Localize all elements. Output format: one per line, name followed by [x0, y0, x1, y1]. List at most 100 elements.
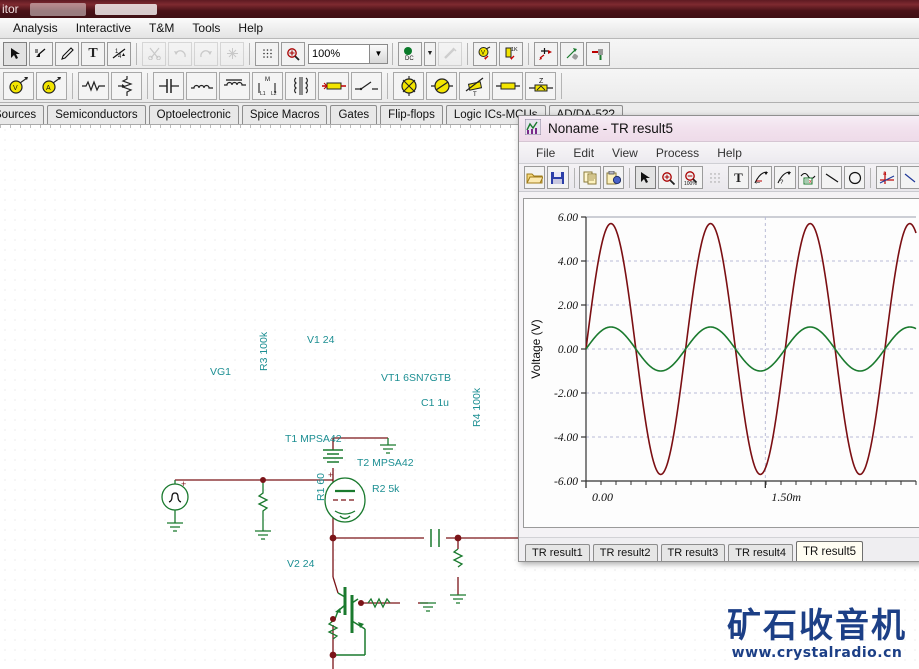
cat-tab-sources[interactable]: Sources — [0, 105, 45, 124]
graph-tool-icon[interactable]: 14 — [107, 41, 131, 66]
main-toolbar: T 14 100% ▼ DC ▼ V 1K — [0, 39, 919, 69]
query-curve-icon[interactable]: ? — [774, 166, 796, 189]
dc-probe-dropdown-icon[interactable]: ▼ — [424, 41, 436, 66]
switch-icon[interactable] — [351, 71, 382, 100]
open-icon[interactable] — [524, 166, 546, 189]
menu-tm[interactable]: T&M — [140, 19, 183, 37]
result-tab-5[interactable]: TR result5 — [796, 541, 864, 561]
cut-icon[interactable] — [142, 41, 166, 66]
menu-help[interactable]: Help — [229, 19, 272, 37]
svg-text:⊢: ⊢ — [756, 179, 760, 185]
label-vg1[interactable]: VG1 — [210, 366, 231, 378]
line-tool-icon[interactable] — [820, 166, 843, 189]
marker-red-icon[interactable] — [534, 41, 558, 66]
cat-tab-flipflops[interactable]: Flip-flops — [380, 105, 443, 124]
watermark-url-text: www.crystalradio.cn — [731, 645, 903, 661]
menu-analysis[interactable]: Analysis — [4, 19, 67, 37]
axis-settings-icon[interactable]: a — [876, 166, 898, 189]
svg-text:DC: DC — [405, 56, 414, 61]
curve-fit-icon[interactable]: x — [797, 166, 819, 189]
coil-core-icon[interactable] — [219, 71, 250, 100]
text-tool-icon[interactable]: T — [727, 166, 750, 189]
result-tab-2[interactable]: TR result2 — [592, 544, 658, 561]
dc-probe-icon[interactable]: DC — [398, 41, 422, 66]
label-t1[interactable]: T1 MPSA42 — [285, 433, 342, 445]
varistor-icon[interactable] — [492, 71, 523, 100]
current-source-icon[interactable]: A — [36, 71, 67, 100]
zoom-in-icon[interactable] — [281, 41, 305, 66]
voltmeter-probe-icon[interactable]: V — [473, 41, 497, 66]
parts-toolbar: V A M L1 L2 T Z — [0, 69, 919, 103]
chart-plot-area[interactable]: 6.00 4.00 2.00 0.00 -2.00 -4.00 -6.00 0.00 1.50m… — [523, 198, 919, 528]
zoom-reset-icon[interactable]: 100% — [681, 166, 703, 189]
text-tool-icon[interactable]: T — [81, 41, 105, 66]
junction-dot — [329, 651, 337, 659]
select-arrow-icon[interactable] — [3, 41, 27, 66]
zoom-in-icon[interactable] — [658, 166, 680, 189]
label-v2[interactable]: V2 24 — [287, 558, 314, 570]
cat-tab-gates[interactable]: Gates — [330, 105, 378, 124]
controlled-source-icon[interactable] — [426, 71, 457, 100]
zoom-level-input[interactable]: 100% — [308, 43, 370, 64]
potentiometer-icon[interactable] — [111, 71, 142, 100]
pin-icon[interactable] — [586, 41, 610, 66]
resistance-probe-icon[interactable]: 1K — [499, 41, 523, 66]
thermistor-icon[interactable]: T — [459, 71, 490, 100]
label-r2[interactable]: R2 5k — [372, 483, 399, 495]
symbol-ground-r2 — [420, 602, 436, 612]
chart-app-icon — [524, 118, 542, 138]
impedance-icon[interactable]: Z — [525, 71, 556, 100]
save-icon[interactable] — [547, 166, 569, 189]
label-t2[interactable]: T2 MPSA42 — [357, 457, 414, 469]
transient-result-window[interactable]: Noname - TR result5 File Edit View Process H… — [518, 115, 919, 562]
node-icon[interactable] — [220, 41, 244, 66]
pencil-icon[interactable] — [55, 41, 79, 66]
grid-icon[interactable] — [705, 166, 726, 189]
result-tab-3[interactable]: TR result3 — [660, 544, 726, 561]
capacitor-icon[interactable] — [153, 71, 184, 100]
fuse-icon[interactable] — [318, 71, 349, 100]
result-tab-4[interactable]: TR result4 — [728, 544, 793, 561]
symbol-vt1-tube — [324, 477, 366, 523]
copy-icon[interactable] — [579, 166, 601, 189]
zoom-dropdown-arrow-icon[interactable]: ▼ — [370, 43, 388, 64]
label-c1[interactable]: C1 1u — [421, 397, 449, 409]
vg1-plus-sign: + — [181, 479, 186, 489]
chart-toolbar: 100% T ⊢ ? x a — [519, 164, 919, 192]
more-tools-icon[interactable] — [899, 166, 919, 189]
ellipse-tool-icon[interactable] — [844, 166, 866, 189]
wire-icon[interactable] — [29, 41, 53, 66]
menu-interactive[interactable]: Interactive — [67, 19, 140, 37]
redo-icon[interactable] — [194, 41, 218, 66]
cat-tab-spice-macros[interactable]: Spice Macros — [241, 105, 328, 124]
chart-menu-view[interactable]: View — [603, 144, 647, 162]
paste-icon[interactable] — [602, 166, 624, 189]
label-vt1[interactable]: VT1 6SN7GTB — [381, 372, 451, 384]
chart-menu-file[interactable]: File — [527, 144, 564, 162]
junction-dot — [260, 477, 266, 483]
marker-green-icon[interactable] — [560, 41, 584, 66]
voltage-source-icon[interactable]: V — [3, 71, 34, 100]
symbol-r3 — [255, 480, 271, 540]
chart-menu-edit[interactable]: Edit — [564, 144, 603, 162]
label-r1[interactable]: R1 60 — [315, 473, 327, 501]
label-r3[interactable]: R3 100k — [258, 332, 270, 371]
chart-menu-help[interactable]: Help — [708, 144, 751, 162]
cat-tab-semiconductors[interactable]: Semiconductors — [47, 105, 146, 124]
result-tab-1[interactable]: TR result1 — [525, 544, 590, 561]
menu-tools[interactable]: Tools — [183, 19, 229, 37]
grid-icon[interactable] — [255, 41, 279, 66]
syringe-icon[interactable] — [438, 41, 462, 66]
select-arrow-icon[interactable] — [634, 166, 657, 189]
inductor-icon[interactable] — [186, 71, 217, 100]
label-v1[interactable]: V1 24 — [307, 334, 334, 346]
tangent-tool-icon[interactable]: ⊢ — [751, 166, 773, 189]
label-r4[interactable]: R4 100k — [471, 388, 483, 427]
mutual-inductance-icon[interactable]: M L1 L2 — [252, 71, 283, 100]
chart-menu-process[interactable]: Process — [647, 144, 708, 162]
ac-source-icon[interactable] — [393, 71, 424, 100]
transformer-icon[interactable] — [285, 71, 316, 100]
resistor-icon[interactable] — [78, 71, 109, 100]
cat-tab-optoelectronic[interactable]: Optoelectronic — [148, 105, 239, 124]
undo-icon[interactable] — [168, 41, 192, 66]
